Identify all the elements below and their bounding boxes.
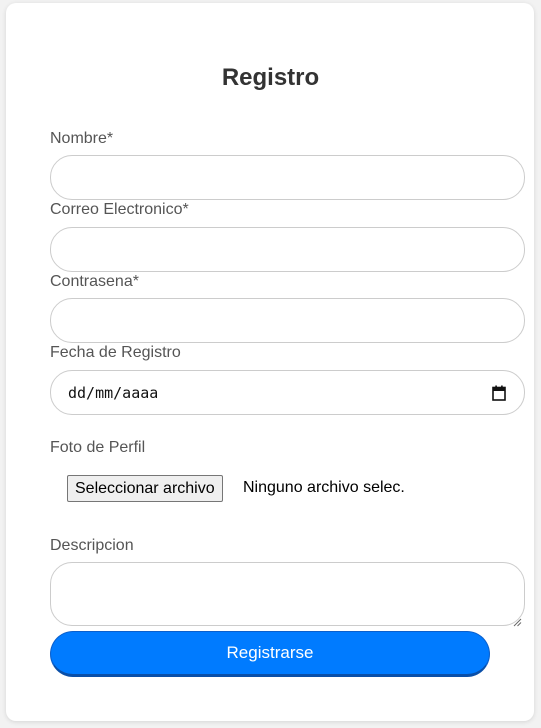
calendar-icon[interactable]: [492, 385, 506, 401]
descripcion-label: Descripcion: [50, 537, 134, 554]
fecha-placeholder: dd/mm/aaaa: [68, 383, 159, 402]
select-file-button[interactable]: Seleccionar archivo: [67, 475, 223, 502]
register-button[interactable]: Registrarse: [50, 631, 490, 677]
resize-grip-icon[interactable]: [513, 614, 522, 627]
foto-label: Foto de Perfil: [50, 439, 146, 456]
correo-label: Correo Electronico*: [50, 201, 189, 218]
fecha-label: Fecha de Registro: [50, 344, 181, 361]
fecha-input[interactable]: dd/mm/aaaa: [50, 370, 525, 415]
nombre-label: Nombre*: [50, 130, 114, 147]
descripcion-textarea[interactable]: [50, 562, 525, 627]
correo-input[interactable]: [50, 227, 525, 272]
contrasena-label: Contrasena*: [50, 273, 139, 290]
file-status: Ninguno archivo selec.: [243, 479, 405, 496]
page-title: Registro: [221, 64, 320, 91]
contrasena-input[interactable]: [50, 298, 525, 343]
nombre-input[interactable]: [50, 155, 525, 200]
